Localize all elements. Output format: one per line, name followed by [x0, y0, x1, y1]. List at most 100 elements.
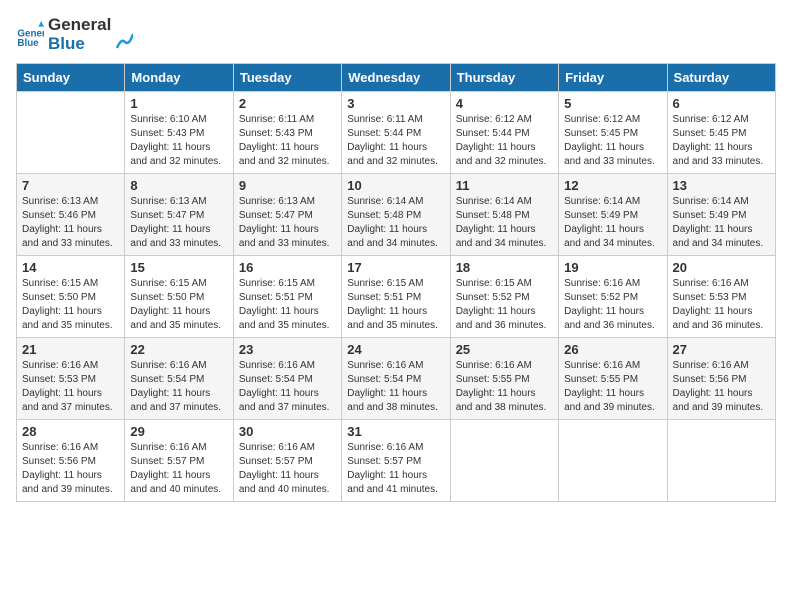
calendar-table: SundayMondayTuesdayWednesdayThursdayFrid…: [16, 63, 776, 502]
day-info: Sunrise: 6:16 AMSunset: 5:53 PMDaylight:…: [22, 359, 119, 415]
calendar-week-5: 28 Sunrise: 6:16 AMSunset: 5:56 PMDayligh…: [17, 420, 776, 502]
calendar-cell: 13 Sunrise: 6:14 AMSunset: 5:49 PMDayligh…: [667, 174, 775, 256]
calendar-cell: 8 Sunrise: 6:13 AMSunset: 5:47 PMDaylight…: [125, 174, 233, 256]
calendar-cell: [667, 420, 775, 502]
calendar-cell: 3 Sunrise: 6:11 AMSunset: 5:44 PMDaylight…: [342, 92, 450, 174]
day-info: Sunrise: 6:16 AMSunset: 5:55 PMDaylight:…: [456, 359, 553, 415]
day-info: Sunrise: 6:13 AMSunset: 5:47 PMDaylight:…: [239, 195, 336, 251]
day-number: 3: [347, 96, 444, 111]
days-of-week-header: SundayMondayTuesdayWednesdayThursdayFrid…: [17, 64, 776, 92]
calendar-cell: 4 Sunrise: 6:12 AMSunset: 5:44 PMDaylight…: [450, 92, 558, 174]
day-info: Sunrise: 6:16 AMSunset: 5:52 PMDaylight:…: [564, 277, 661, 333]
day-info: Sunrise: 6:15 AMSunset: 5:52 PMDaylight:…: [456, 277, 553, 333]
logo-wave-icon: [115, 20, 133, 50]
day-info: Sunrise: 6:12 AMSunset: 5:45 PMDaylight:…: [564, 113, 661, 169]
calendar-cell: 21 Sunrise: 6:16 AMSunset: 5:53 PMDayligh…: [17, 338, 125, 420]
svg-text:Blue: Blue: [17, 38, 39, 49]
calendar-cell: 7 Sunrise: 6:13 AMSunset: 5:46 PMDaylight…: [17, 174, 125, 256]
day-info: Sunrise: 6:15 AMSunset: 5:51 PMDaylight:…: [347, 277, 444, 333]
day-number: 22: [130, 342, 227, 357]
dow-header-friday: Friday: [559, 64, 667, 92]
calendar-cell: 17 Sunrise: 6:15 AMSunset: 5:51 PMDayligh…: [342, 256, 450, 338]
calendar-cell: 11 Sunrise: 6:14 AMSunset: 5:48 PMDayligh…: [450, 174, 558, 256]
day-number: 8: [130, 178, 227, 193]
day-number: 17: [347, 260, 444, 275]
day-info: Sunrise: 6:14 AMSunset: 5:49 PMDaylight:…: [673, 195, 770, 251]
calendar-cell: 2Sunrise: 6:11 AMSunset: 5:43 PMDaylight…: [233, 92, 341, 174]
day-number: 12: [564, 178, 661, 193]
calendar-cell: 23 Sunrise: 6:16 AMSunset: 5:54 PMDayligh…: [233, 338, 341, 420]
calendar-cell: 16 Sunrise: 6:15 AMSunset: 5:51 PMDayligh…: [233, 256, 341, 338]
day-info: Sunrise: 6:16 AMSunset: 5:56 PMDaylight:…: [673, 359, 770, 415]
calendar-cell: 10 Sunrise: 6:14 AMSunset: 5:48 PMDayligh…: [342, 174, 450, 256]
logo: General Blue General Blue: [16, 16, 133, 53]
calendar-cell: 15Sunrise: 6:15 AMSunset: 5:50 PMDayligh…: [125, 256, 233, 338]
logo-icon: General Blue: [16, 21, 44, 49]
day-number: 19: [564, 260, 661, 275]
day-info: Sunrise: 6:16 AMSunset: 5:57 PMDaylight:…: [239, 441, 336, 497]
day-number: 26: [564, 342, 661, 357]
calendar-cell: 27 Sunrise: 6:16 AMSunset: 5:56 PMDayligh…: [667, 338, 775, 420]
calendar-week-4: 21 Sunrise: 6:16 AMSunset: 5:53 PMDayligh…: [17, 338, 776, 420]
day-number: 30: [239, 424, 336, 439]
day-info: Sunrise: 6:11 AMSunset: 5:43 PMDaylight:…: [239, 113, 336, 169]
day-number: 23: [239, 342, 336, 357]
calendar-cell: 14Sunrise: 6:15 AMSunset: 5:50 PMDayligh…: [17, 256, 125, 338]
day-info: Sunrise: 6:16 AMSunset: 5:54 PMDaylight:…: [239, 359, 336, 415]
calendar-week-1: 1 Sunrise: 6:10 AMSunset: 5:43 PMDaylight…: [17, 92, 776, 174]
calendar-cell: 22Sunrise: 6:16 AMSunset: 5:54 PMDayligh…: [125, 338, 233, 420]
day-info: Sunrise: 6:13 AMSunset: 5:46 PMDaylight:…: [22, 195, 119, 251]
day-number: 29: [130, 424, 227, 439]
day-info: Sunrise: 6:16 AMSunset: 5:56 PMDaylight:…: [22, 441, 119, 497]
logo-text-line2: Blue: [48, 35, 111, 54]
day-number: 27: [673, 342, 770, 357]
calendar-cell: 5 Sunrise: 6:12 AMSunset: 5:45 PMDaylight…: [559, 92, 667, 174]
day-number: 6: [673, 96, 770, 111]
day-number: 5: [564, 96, 661, 111]
day-number: 18: [456, 260, 553, 275]
day-number: 9: [239, 178, 336, 193]
day-info: Sunrise: 6:10 AMSunset: 5:43 PMDaylight:…: [130, 113, 227, 169]
day-info: Sunrise: 6:15 AMSunset: 5:50 PMDaylight:…: [22, 277, 119, 333]
day-number: 16: [239, 260, 336, 275]
day-info: Sunrise: 6:14 AMSunset: 5:48 PMDaylight:…: [347, 195, 444, 251]
day-number: 1: [130, 96, 227, 111]
calendar-cell: 20Sunrise: 6:16 AMSunset: 5:53 PMDayligh…: [667, 256, 775, 338]
day-info: Sunrise: 6:11 AMSunset: 5:44 PMDaylight:…: [347, 113, 444, 169]
day-number: 31: [347, 424, 444, 439]
calendar-week-3: 14Sunrise: 6:15 AMSunset: 5:50 PMDayligh…: [17, 256, 776, 338]
day-number: 28: [22, 424, 119, 439]
calendar-cell: [559, 420, 667, 502]
day-info: Sunrise: 6:14 AMSunset: 5:49 PMDaylight:…: [564, 195, 661, 251]
day-number: 7: [22, 178, 119, 193]
calendar-cell: 29Sunrise: 6:16 AMSunset: 5:57 PMDayligh…: [125, 420, 233, 502]
dow-header-sunday: Sunday: [17, 64, 125, 92]
calendar-cell: [450, 420, 558, 502]
day-info: Sunrise: 6:12 AMSunset: 5:45 PMDaylight:…: [673, 113, 770, 169]
day-info: Sunrise: 6:16 AMSunset: 5:53 PMDaylight:…: [673, 277, 770, 333]
calendar-cell: 30 Sunrise: 6:16 AMSunset: 5:57 PMDayligh…: [233, 420, 341, 502]
day-info: Sunrise: 6:13 AMSunset: 5:47 PMDaylight:…: [130, 195, 227, 251]
calendar-cell: [17, 92, 125, 174]
day-number: 24: [347, 342, 444, 357]
day-number: 4: [456, 96, 553, 111]
calendar-cell: 19 Sunrise: 6:16 AMSunset: 5:52 PMDayligh…: [559, 256, 667, 338]
day-number: 11: [456, 178, 553, 193]
day-number: 13: [673, 178, 770, 193]
day-info: Sunrise: 6:16 AMSunset: 5:55 PMDaylight:…: [564, 359, 661, 415]
day-info: Sunrise: 6:15 AMSunset: 5:51 PMDaylight:…: [239, 277, 336, 333]
day-number: 15: [130, 260, 227, 275]
dow-header-tuesday: Tuesday: [233, 64, 341, 92]
day-info: Sunrise: 6:12 AMSunset: 5:44 PMDaylight:…: [456, 113, 553, 169]
day-info: Sunrise: 6:14 AMSunset: 5:48 PMDaylight:…: [456, 195, 553, 251]
dow-header-saturday: Saturday: [667, 64, 775, 92]
day-number: 21: [22, 342, 119, 357]
calendar-cell: 31Sunrise: 6:16 AMSunset: 5:57 PMDayligh…: [342, 420, 450, 502]
logo-text-line1: General: [48, 16, 111, 35]
calendar-cell: 24Sunrise: 6:16 AMSunset: 5:54 PMDayligh…: [342, 338, 450, 420]
day-number: 25: [456, 342, 553, 357]
calendar-cell: 28 Sunrise: 6:16 AMSunset: 5:56 PMDayligh…: [17, 420, 125, 502]
calendar-cell: 18 Sunrise: 6:15 AMSunset: 5:52 PMDayligh…: [450, 256, 558, 338]
day-number: 10: [347, 178, 444, 193]
calendar-cell: 1 Sunrise: 6:10 AMSunset: 5:43 PMDaylight…: [125, 92, 233, 174]
